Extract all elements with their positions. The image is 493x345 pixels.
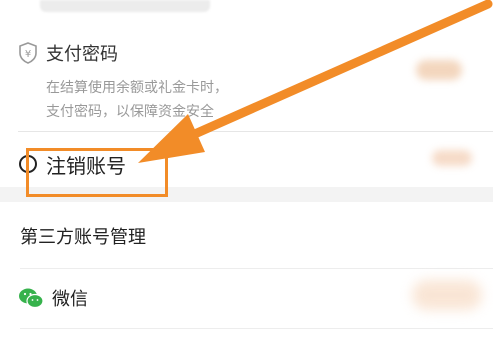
wechat-icon: [19, 288, 44, 309]
payment-password-title[interactable]: 支付密码: [46, 40, 118, 66]
blurred-overlay: [250, 70, 340, 126]
divider: [20, 268, 493, 269]
highlight-box: [26, 148, 168, 197]
cancel-account-action[interactable]: [432, 150, 472, 166]
wechat-label[interactable]: 微信: [52, 285, 88, 311]
faded-top-item: [40, 0, 210, 12]
wechat-bind-action[interactable]: [412, 280, 482, 310]
divider: [18, 131, 493, 132]
svg-text:¥: ¥: [25, 49, 31, 60]
third-party-title: 第三方账号管理: [20, 227, 146, 248]
shield-yen-icon: ¥: [19, 42, 37, 64]
divider: [20, 328, 493, 329]
payment-password-action[interactable]: [416, 60, 462, 80]
